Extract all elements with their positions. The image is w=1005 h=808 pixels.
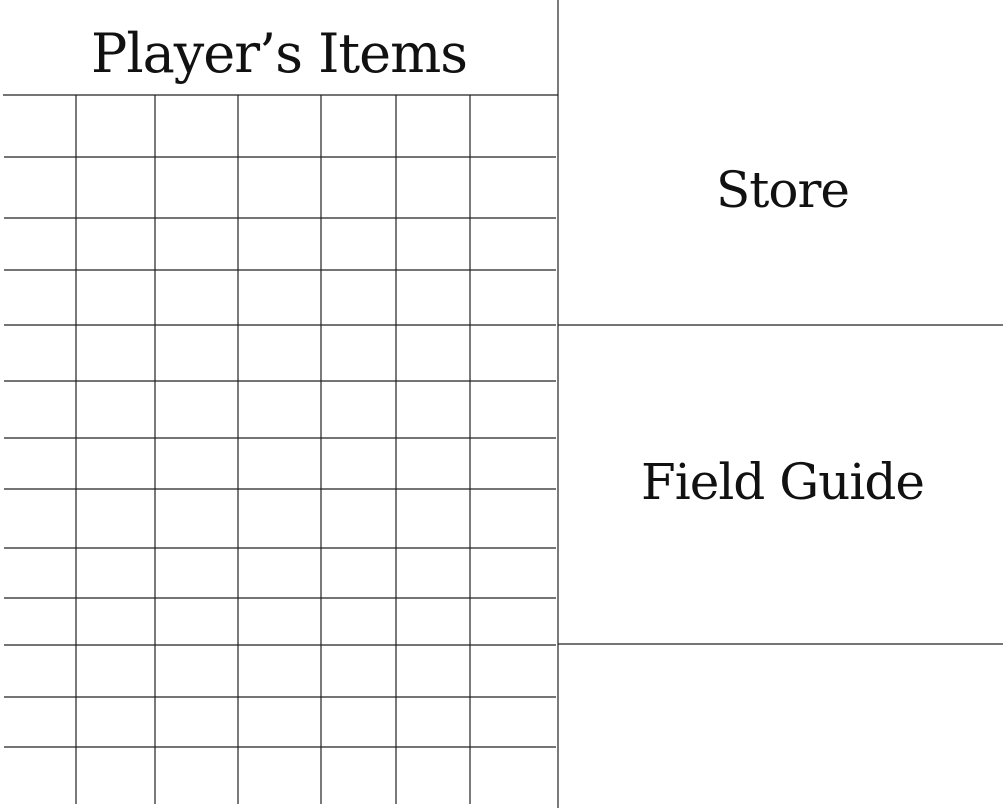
inventory-slot[interactable] bbox=[156, 271, 237, 324]
inventory-slot[interactable] bbox=[156, 646, 237, 696]
inventory-slot[interactable] bbox=[156, 490, 237, 547]
inventory-slot[interactable] bbox=[322, 382, 395, 437]
inventory-slot[interactable] bbox=[471, 599, 555, 644]
inventory-slot[interactable] bbox=[156, 326, 237, 380]
inventory-slot[interactable] bbox=[5, 158, 75, 217]
inventory-slot[interactable] bbox=[471, 748, 555, 804]
inventory-slot[interactable] bbox=[239, 549, 320, 597]
inventory-slot[interactable] bbox=[397, 382, 469, 437]
inventory-slot[interactable] bbox=[77, 439, 154, 488]
inventory-slot[interactable] bbox=[156, 382, 237, 437]
inventory-slot[interactable] bbox=[239, 698, 320, 746]
inventory-slot[interactable] bbox=[77, 96, 154, 156]
inventory-slot[interactable] bbox=[322, 326, 395, 380]
inventory-slot[interactable] bbox=[77, 158, 154, 217]
inventory-slot[interactable] bbox=[5, 698, 75, 746]
inventory-slot[interactable] bbox=[239, 382, 320, 437]
inventory-slot[interactable] bbox=[77, 646, 154, 696]
inventory-slot[interactable] bbox=[239, 158, 320, 217]
inventory-slot[interactable] bbox=[5, 219, 75, 269]
inventory-slot[interactable] bbox=[471, 219, 555, 269]
inventory-slot[interactable] bbox=[239, 219, 320, 269]
inventory-slot[interactable] bbox=[322, 96, 395, 156]
inventory-slot[interactable] bbox=[471, 549, 555, 597]
inventory-slot[interactable] bbox=[156, 698, 237, 746]
inventory-slot[interactable] bbox=[77, 219, 154, 269]
inventory-slot[interactable] bbox=[471, 698, 555, 746]
field-guide-title[interactable]: Field Guide bbox=[560, 452, 1005, 512]
inventory-slot[interactable] bbox=[156, 219, 237, 269]
inventory-slot[interactable] bbox=[239, 326, 320, 380]
inventory-slot[interactable] bbox=[5, 549, 75, 597]
inventory-slot[interactable] bbox=[77, 748, 154, 804]
inventory-slot[interactable] bbox=[5, 439, 75, 488]
inventory-slot[interactable] bbox=[77, 549, 154, 597]
inventory-slot[interactable] bbox=[5, 382, 75, 437]
inventory-slot[interactable] bbox=[397, 439, 469, 488]
inventory-slot[interactable] bbox=[322, 271, 395, 324]
inventory-grid[interactable] bbox=[5, 96, 555, 804]
inventory-slot[interactable] bbox=[397, 698, 469, 746]
inventory-slot[interactable] bbox=[239, 490, 320, 547]
inventory-slot[interactable] bbox=[322, 748, 395, 804]
inventory-slot[interactable] bbox=[322, 490, 395, 547]
inventory-slot[interactable] bbox=[77, 599, 154, 644]
inventory-slot[interactable] bbox=[239, 599, 320, 644]
inventory-slot[interactable] bbox=[5, 748, 75, 804]
inventory-slot[interactable] bbox=[156, 549, 237, 597]
inventory-slot[interactable] bbox=[471, 439, 555, 488]
inventory-slot[interactable] bbox=[397, 599, 469, 644]
store-title[interactable]: Store bbox=[560, 160, 1005, 220]
inventory-slot[interactable] bbox=[397, 748, 469, 804]
inventory-slot[interactable] bbox=[322, 158, 395, 217]
inventory-slot[interactable] bbox=[322, 439, 395, 488]
inventory-slot[interactable] bbox=[322, 698, 395, 746]
inventory-slot[interactable] bbox=[397, 646, 469, 696]
inventory-slot[interactable] bbox=[397, 549, 469, 597]
inventory-slot[interactable] bbox=[471, 382, 555, 437]
inventory-slot[interactable] bbox=[239, 96, 320, 156]
inventory-slot[interactable] bbox=[5, 326, 75, 380]
inventory-slot[interactable] bbox=[77, 326, 154, 380]
inventory-slot[interactable] bbox=[239, 646, 320, 696]
inventory-slot[interactable] bbox=[322, 599, 395, 644]
inventory-slot[interactable] bbox=[156, 748, 237, 804]
inventory-slot[interactable] bbox=[5, 490, 75, 547]
inventory-slot[interactable] bbox=[471, 96, 555, 156]
inventory-slot[interactable] bbox=[397, 326, 469, 380]
inventory-slot[interactable] bbox=[322, 549, 395, 597]
inventory-slot[interactable] bbox=[77, 271, 154, 324]
inventory-slot[interactable] bbox=[5, 96, 75, 156]
inventory-slot[interactable] bbox=[471, 646, 555, 696]
inventory-slot[interactable] bbox=[471, 158, 555, 217]
inventory-slot[interactable] bbox=[156, 439, 237, 488]
inventory-slot[interactable] bbox=[156, 96, 237, 156]
inventory-slot[interactable] bbox=[5, 271, 75, 324]
inventory-slot[interactable] bbox=[156, 599, 237, 644]
inventory-slot[interactable] bbox=[397, 96, 469, 156]
inventory-slot[interactable] bbox=[5, 599, 75, 644]
inventory-slot[interactable] bbox=[397, 271, 469, 324]
inventory-slot[interactable] bbox=[239, 271, 320, 324]
board-lines bbox=[3, 0, 1003, 808]
inventory-slot[interactable] bbox=[239, 439, 320, 488]
inventory-slot[interactable] bbox=[156, 158, 237, 217]
inventory-slot[interactable] bbox=[322, 646, 395, 696]
inventory-slot[interactable] bbox=[397, 219, 469, 269]
inventory-slot[interactable] bbox=[471, 326, 555, 380]
players-items-title: Player’s Items bbox=[90, 22, 468, 85]
inventory-slot[interactable] bbox=[77, 490, 154, 547]
inventory-slot[interactable] bbox=[5, 646, 75, 696]
inventory-slot[interactable] bbox=[471, 271, 555, 324]
inventory-slot[interactable] bbox=[239, 748, 320, 804]
inventory-slot[interactable] bbox=[397, 490, 469, 547]
inventory-slot[interactable] bbox=[397, 158, 469, 217]
inventory-slot[interactable] bbox=[77, 382, 154, 437]
inventory-slot[interactable] bbox=[322, 219, 395, 269]
inventory-slot[interactable] bbox=[77, 698, 154, 746]
inventory-slot[interactable] bbox=[471, 490, 555, 547]
